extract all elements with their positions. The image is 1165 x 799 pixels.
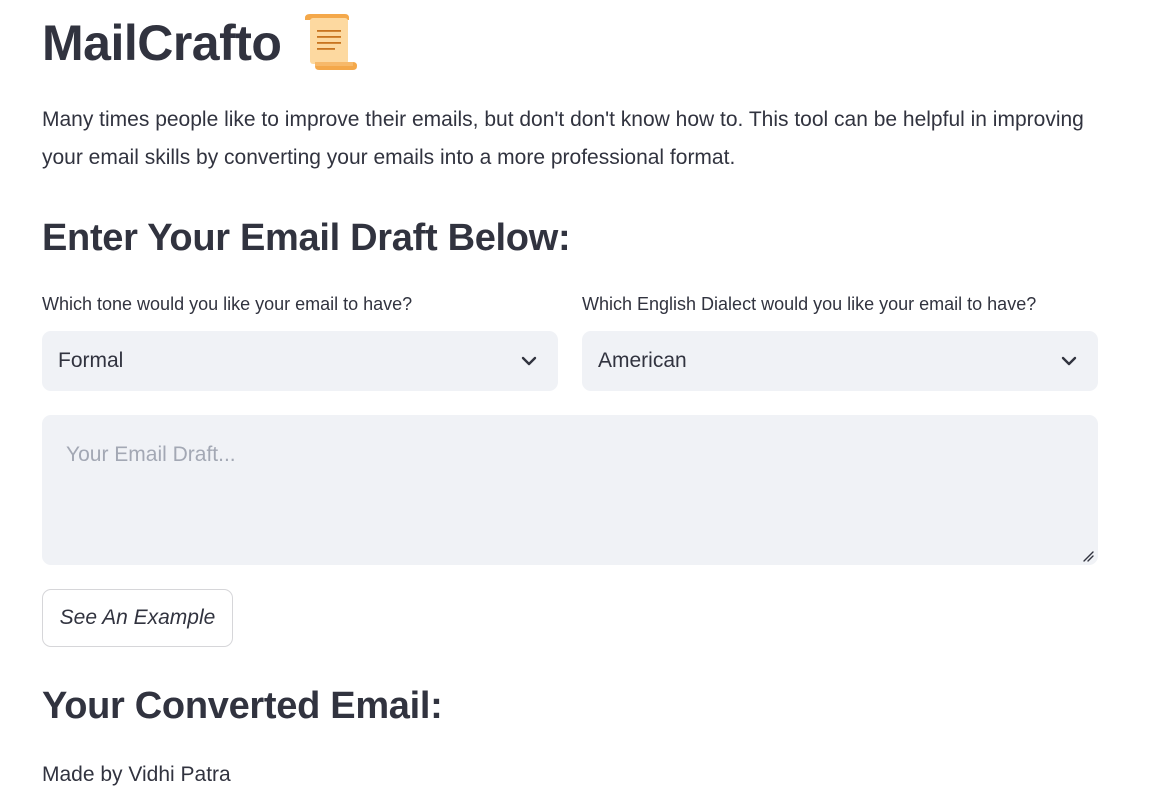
tone-selected-value: Formal [58,349,124,372]
chevron-down-icon [1061,356,1077,366]
app-page: MailCrafto Many times people like to imp… [0,0,1165,799]
email-draft-container [42,415,1098,565]
see-example-button[interactable]: See An Example [42,589,233,647]
tone-select[interactable]: Formal [42,331,558,391]
chevron-down-icon [521,356,537,366]
dialect-selected-value: American [598,349,687,372]
converted-email-heading: Your Converted Email: [42,685,443,727]
footer-credit: Made by Vidhi Patra [42,763,231,786]
scroll-icon [301,14,358,72]
app-title: MailCrafto [42,15,282,71]
intro-text: Many times people like to improve their … [42,108,1084,169]
title-row: MailCrafto [42,14,358,72]
email-draft-input[interactable] [42,415,1098,565]
dialect-select[interactable]: American [582,331,1098,391]
resize-handle-icon[interactable] [1082,550,1094,562]
dialect-label: Which English Dialect would you like you… [582,294,1037,314]
draft-section-heading: Enter Your Email Draft Below: [42,217,571,259]
tone-label: Which tone would you like your email to … [42,294,413,314]
